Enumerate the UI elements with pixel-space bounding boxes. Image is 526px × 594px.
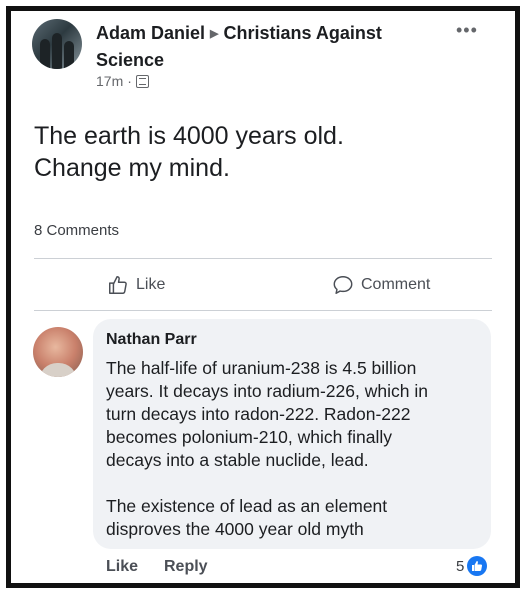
reaction-summary[interactable]: 5 (456, 556, 488, 576)
post-body-line: The earth is 4000 years old. (34, 122, 344, 150)
thumbs-up-icon (107, 274, 129, 296)
like-reaction-icon (467, 556, 488, 576)
comment-label: Comment (361, 276, 431, 293)
like-button[interactable]: Like (107, 274, 165, 296)
group-icon (135, 74, 149, 88)
comment-reply-link[interactable]: Reply (164, 558, 208, 576)
post-body-line: Change my mind. (34, 154, 230, 182)
commenter-name[interactable]: Nathan Parr (106, 331, 197, 349)
comment-line: becomes polonium-210, which finally (106, 427, 392, 447)
comment-button[interactable]: Comment (332, 274, 430, 296)
comment-line: years. It decays into radium-226, which … (106, 381, 428, 401)
comment-line: The existence of lead as an element (106, 496, 388, 516)
post-body: The earth is 4000 years old. Change my m… (34, 120, 454, 184)
comment-line: turn decays into radon-222. Radon-222 (106, 404, 411, 424)
comment-line: disproves the 4000 year old myth (106, 519, 364, 539)
divider (34, 310, 492, 311)
post-time[interactable]: 17m (96, 73, 123, 89)
like-label: Like (136, 276, 166, 293)
author-name[interactable]: Adam Daniel (96, 23, 205, 43)
divider (34, 258, 492, 259)
reaction-count: 5 (456, 557, 465, 575)
arrow-right-icon: ▶ (210, 28, 219, 40)
speech-bubble-icon (332, 274, 354, 296)
post-meta: 17m · (96, 73, 149, 89)
author-avatar[interactable] (32, 19, 82, 69)
comment-line: The half-life of uranium-238 is 4.5 bill… (106, 358, 417, 378)
comment-line: decays into a stable nuclide, lead. (106, 450, 369, 470)
more-dots-icon[interactable]: ••• (456, 21, 478, 39)
comment-like-link[interactable]: Like (106, 558, 138, 576)
commenter-avatar[interactable] (33, 327, 83, 377)
comment-text: The half-life of uranium-238 is 4.5 bill… (106, 357, 486, 541)
group-name[interactable]: Christians Against (224, 23, 382, 43)
post-header: Adam Daniel ▶ Christians Against Science (96, 21, 446, 72)
meta-separator: · (127, 73, 132, 89)
comments-count[interactable]: 8 Comments (34, 222, 119, 239)
group-name-continued[interactable]: Science (96, 50, 164, 70)
